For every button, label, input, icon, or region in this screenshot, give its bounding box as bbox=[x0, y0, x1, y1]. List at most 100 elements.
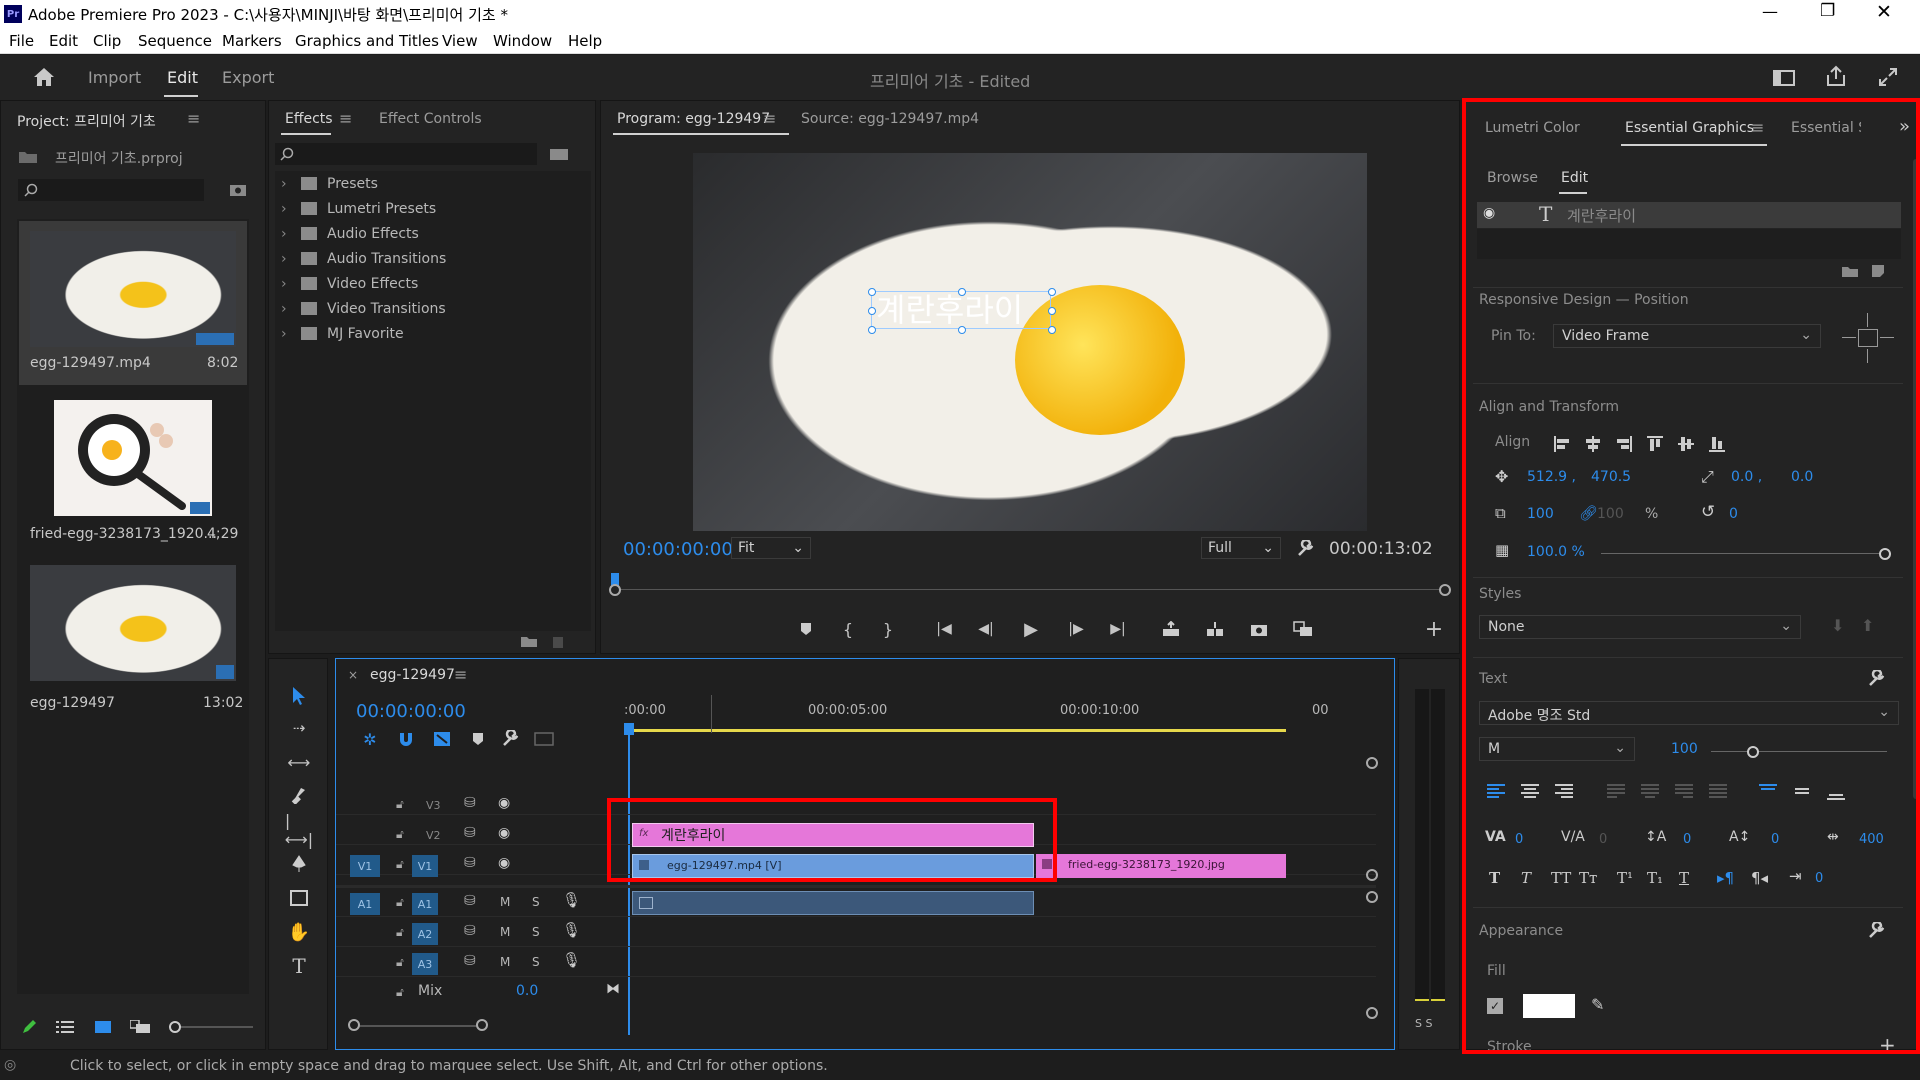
menu-window[interactable]: Window bbox=[493, 32, 552, 50]
effects-folder-lumetri-presets[interactable]: › Lumetri Presets bbox=[275, 198, 591, 222]
menu-graphics[interactable]: Graphics and Titles bbox=[295, 32, 439, 50]
track-target-a1[interactable]: A1 bbox=[412, 893, 438, 915]
position-x[interactable]: 512.9 , bbox=[1527, 469, 1576, 485]
tab-effects[interactable]: Effects bbox=[285, 111, 333, 127]
video-vertical-scroll-top[interactable] bbox=[1366, 757, 1378, 769]
superscript-icon[interactable]: T¹ bbox=[1617, 869, 1633, 887]
audio-vertical-scroll-bottom[interactable] bbox=[1366, 1007, 1378, 1019]
accelerated-effects-icon[interactable] bbox=[548, 145, 570, 163]
justify-last-center-icon[interactable] bbox=[1639, 781, 1661, 801]
lock-icon[interactable]: 🔓︎ bbox=[396, 827, 404, 842]
add-marker-icon[interactable] bbox=[466, 729, 490, 749]
rtl-direction-icon[interactable]: ¶◂ bbox=[1751, 869, 1768, 887]
faux-bold-icon[interactable]: T bbox=[1489, 869, 1500, 887]
close-window-button[interactable]: ✕ bbox=[1876, 1, 1892, 23]
menu-edit[interactable]: Edit bbox=[49, 32, 78, 50]
anchor-x[interactable]: 0.0 , bbox=[1731, 469, 1762, 485]
text-wrench-icon[interactable] bbox=[1865, 669, 1887, 689]
razor-tool-icon[interactable] bbox=[285, 783, 313, 809]
playhead-scrub-bar[interactable] bbox=[609, 573, 1451, 596]
tab-lumetri-color[interactable]: Lumetri Color bbox=[1485, 120, 1580, 136]
eye-icon[interactable]: ◉ bbox=[498, 825, 510, 841]
track-target-a3[interactable]: A3 bbox=[412, 953, 438, 975]
clip-audio-egg[interactable] bbox=[632, 891, 1034, 915]
playhead-top[interactable] bbox=[624, 723, 634, 735]
tab-source[interactable]: Source: egg-129497.mp4 bbox=[801, 111, 979, 127]
freeform-view-icon[interactable] bbox=[129, 1018, 153, 1036]
push-style-icon[interactable]: ⬇ bbox=[1831, 616, 1844, 635]
scale-value[interactable]: 100 bbox=[1527, 506, 1554, 522]
source-patch-a1[interactable]: A1 bbox=[350, 893, 380, 915]
project-panel-title[interactable]: Project: 프리미어 기초 bbox=[17, 111, 156, 131]
align-text-top-icon[interactable] bbox=[1757, 781, 1779, 801]
play-icon[interactable]: ▶ bbox=[1020, 618, 1042, 640]
tab-program[interactable]: Program: egg-129497 bbox=[617, 111, 770, 127]
font-style-dropdown[interactable]: M ⌄ bbox=[1479, 737, 1635, 761]
pin-position-widget[interactable] bbox=[1840, 311, 1896, 367]
time-ruler[interactable]: :00:00 00:00:05:00 00:00:10:00 00 bbox=[624, 693, 1329, 733]
timeline-timecode[interactable]: 00:00:00:00 bbox=[356, 701, 466, 722]
indent-value[interactable]: 0 bbox=[1815, 871, 1823, 886]
menu-sequence[interactable]: Sequence bbox=[138, 32, 212, 50]
mute-button[interactable]: M bbox=[500, 955, 510, 969]
kerning-value[interactable]: 0 bbox=[1515, 832, 1523, 847]
microphone-icon[interactable]: 🎙︎ bbox=[562, 951, 581, 969]
pencil-icon[interactable] bbox=[19, 1018, 39, 1036]
share-icon[interactable] bbox=[1824, 64, 1848, 88]
tsume-value[interactable]: 400 bbox=[1859, 832, 1884, 847]
sync-lock-icon[interactable]: ⛁ bbox=[464, 825, 476, 841]
tab-import[interactable]: Import bbox=[88, 68, 141, 87]
new-custom-bin-icon[interactable] bbox=[519, 633, 539, 649]
lock-icon[interactable]: 🔓︎ bbox=[396, 955, 404, 970]
align-text-middle-icon[interactable] bbox=[1791, 781, 1813, 801]
track-target-a2[interactable]: A2 bbox=[412, 923, 438, 945]
align-top-icon[interactable] bbox=[1644, 433, 1666, 455]
step-back-icon[interactable]: ◀| bbox=[975, 619, 997, 639]
audio-vertical-scroll-top[interactable] bbox=[1366, 891, 1378, 903]
selection-tool-icon[interactable] bbox=[285, 683, 313, 709]
zoom-slider[interactable] bbox=[169, 1021, 253, 1033]
new-group-icon[interactable] bbox=[1839, 263, 1861, 279]
underline-icon[interactable]: T bbox=[1679, 869, 1689, 887]
home-icon[interactable] bbox=[30, 65, 58, 89]
program-menu-icon[interactable]: ≡ bbox=[763, 109, 776, 128]
handle-bottom-left[interactable] bbox=[868, 326, 876, 334]
leading-value[interactable]: 0 bbox=[1683, 832, 1691, 847]
effects-folder-mj-favorite[interactable]: › MJ Favorite bbox=[275, 323, 591, 347]
microphone-icon[interactable]: 🎙︎ bbox=[562, 891, 581, 909]
project-thumb-sequence[interactable] bbox=[30, 565, 236, 681]
effects-folder-video-effects[interactable]: › Video Effects bbox=[275, 273, 591, 297]
sync-lock-icon[interactable]: ⛁ bbox=[464, 953, 476, 969]
handle-top-right[interactable] bbox=[1048, 288, 1056, 296]
opacity-slider[interactable] bbox=[1601, 548, 1891, 560]
pen-tool-icon[interactable] bbox=[285, 851, 313, 877]
ripple-edit-tool-icon[interactable]: ⟷ bbox=[285, 749, 313, 775]
tab-essential-sound[interactable]: Essential Sou bbox=[1791, 120, 1861, 136]
mark-in-icon[interactable]: { bbox=[837, 619, 859, 639]
nest-sequence-icon[interactable]: ✲ bbox=[358, 729, 382, 749]
project-thumb-fried-egg[interactable] bbox=[54, 400, 212, 516]
layer-row[interactable]: ◉ T 계란후라이 bbox=[1477, 202, 1901, 228]
icon-view-icon[interactable] bbox=[93, 1018, 113, 1036]
effects-folder-presets[interactable]: › Presets bbox=[275, 173, 591, 197]
tab-edit[interactable]: Edit bbox=[167, 68, 198, 87]
clip-video-egg[interactable]: egg-129497.mp4 [V] bbox=[632, 854, 1034, 878]
align-text-left-icon[interactable] bbox=[1485, 781, 1507, 801]
align-text-bottom-icon[interactable] bbox=[1825, 783, 1847, 803]
tab-edit-eg[interactable]: Edit bbox=[1561, 170, 1588, 186]
eg-scrollbar[interactable] bbox=[1913, 159, 1919, 799]
delete-icon[interactable] bbox=[549, 633, 567, 649]
styles-dropdown[interactable]: None ⌄ bbox=[1479, 615, 1801, 639]
comparison-view-icon[interactable] bbox=[1291, 619, 1315, 639]
go-to-out-icon[interactable]: ▶| bbox=[1107, 619, 1129, 639]
tab-essential-graphics[interactable]: Essential Graphics bbox=[1625, 120, 1754, 136]
mix-value[interactable]: 0.0 bbox=[516, 983, 538, 999]
solo-button[interactable]: S bbox=[532, 895, 540, 909]
program-timecode[interactable]: 00:00:00:00 bbox=[623, 539, 733, 560]
minimize-button[interactable]: — bbox=[1762, 2, 1778, 21]
export-frame-icon[interactable] bbox=[1247, 619, 1271, 639]
font-size-slider[interactable] bbox=[1711, 746, 1887, 758]
program-video-frame[interactable]: 계란후라이 bbox=[693, 153, 1367, 531]
eye-icon[interactable]: ◉ bbox=[498, 795, 510, 811]
type-tool-icon[interactable]: T bbox=[285, 953, 313, 979]
